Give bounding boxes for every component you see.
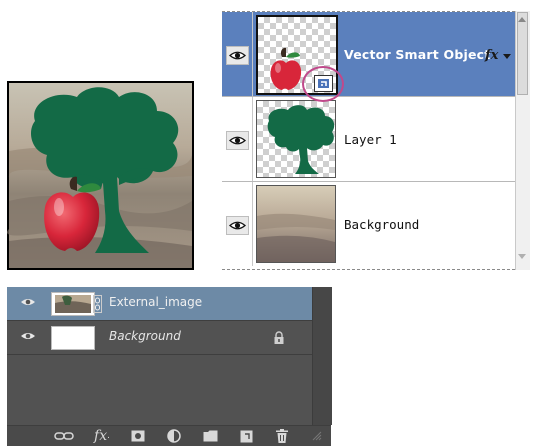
link-chain-icon [93,295,102,313]
layer-row-layer-1[interactable]: Layer 1 [222,97,515,182]
fx-label: fx [94,428,108,444]
column-divider [252,182,253,266]
layers-panel-dark: External_image Background fx. [7,287,332,446]
tree-thumbnail-image [267,105,335,174]
add-mask-icon[interactable] [127,428,149,444]
layer-name[interactable]: External_image [109,295,202,309]
scrollbar[interactable] [515,11,530,270]
resize-grip-icon[interactable] [309,428,325,444]
new-group-icon[interactable] [199,428,221,444]
column-divider [252,97,253,181]
visibility-eye-icon[interactable] [226,46,249,65]
layer-row-vector-smart-object[interactable]: Vector Smart Object fx [222,12,515,97]
landscape-thumbnail-image [257,186,335,262]
visibility-eye-icon[interactable] [20,330,36,342]
layer-effects-fx-icon[interactable]: fx [485,48,498,63]
layer-row-background[interactable]: Background [222,182,515,266]
layer-name[interactable]: Background [344,217,419,232]
layer-thumbnail-white [51,326,95,350]
lock-icon[interactable] [273,330,285,349]
panel-bottom-border [222,269,515,270]
scrollbar-thumb[interactable] [517,12,528,95]
adjustment-layer-icon[interactable] [163,428,185,444]
visibility-eye-icon[interactable] [226,131,249,150]
layer-name[interactable]: Layer 1 [344,132,397,147]
layer-name[interactable]: Background [109,329,181,343]
layer-name[interactable]: Vector Smart Object [344,47,490,62]
scrollbar[interactable] [312,287,332,425]
delete-layer-icon[interactable] [271,428,293,444]
visibility-eye-icon[interactable] [20,296,36,308]
scroll-down-arrow-icon[interactable] [518,254,526,259]
layer-row-external-image[interactable]: External_image [7,287,312,321]
layer-thumbnail-tree [256,100,336,178]
visibility-eye-icon[interactable] [226,216,249,235]
link-layers-icon[interactable] [53,428,75,444]
add-layer-style-icon[interactable]: fx. [91,428,113,444]
linked-smart-object-thumbnail [55,295,91,313]
apple-tree-landscape-image [7,83,192,268]
smart-object-highlight-ring [302,66,344,102]
new-layer-icon[interactable] [235,428,257,444]
column-divider [252,12,253,96]
layers-bottom-toolbar: fx. [7,425,331,446]
layer-thumbnail-landscape [51,292,95,316]
expand-effects-caret-icon[interactable] [503,54,511,59]
scroll-up-arrow-icon[interactable] [518,17,526,22]
layers-panel-light: Vector Smart Object fx Layer 1 Backgroun… [222,11,530,270]
layer-row-background[interactable]: Background [7,321,312,355]
layer-thumbnail-landscape [256,185,336,263]
composite-image [7,81,194,270]
